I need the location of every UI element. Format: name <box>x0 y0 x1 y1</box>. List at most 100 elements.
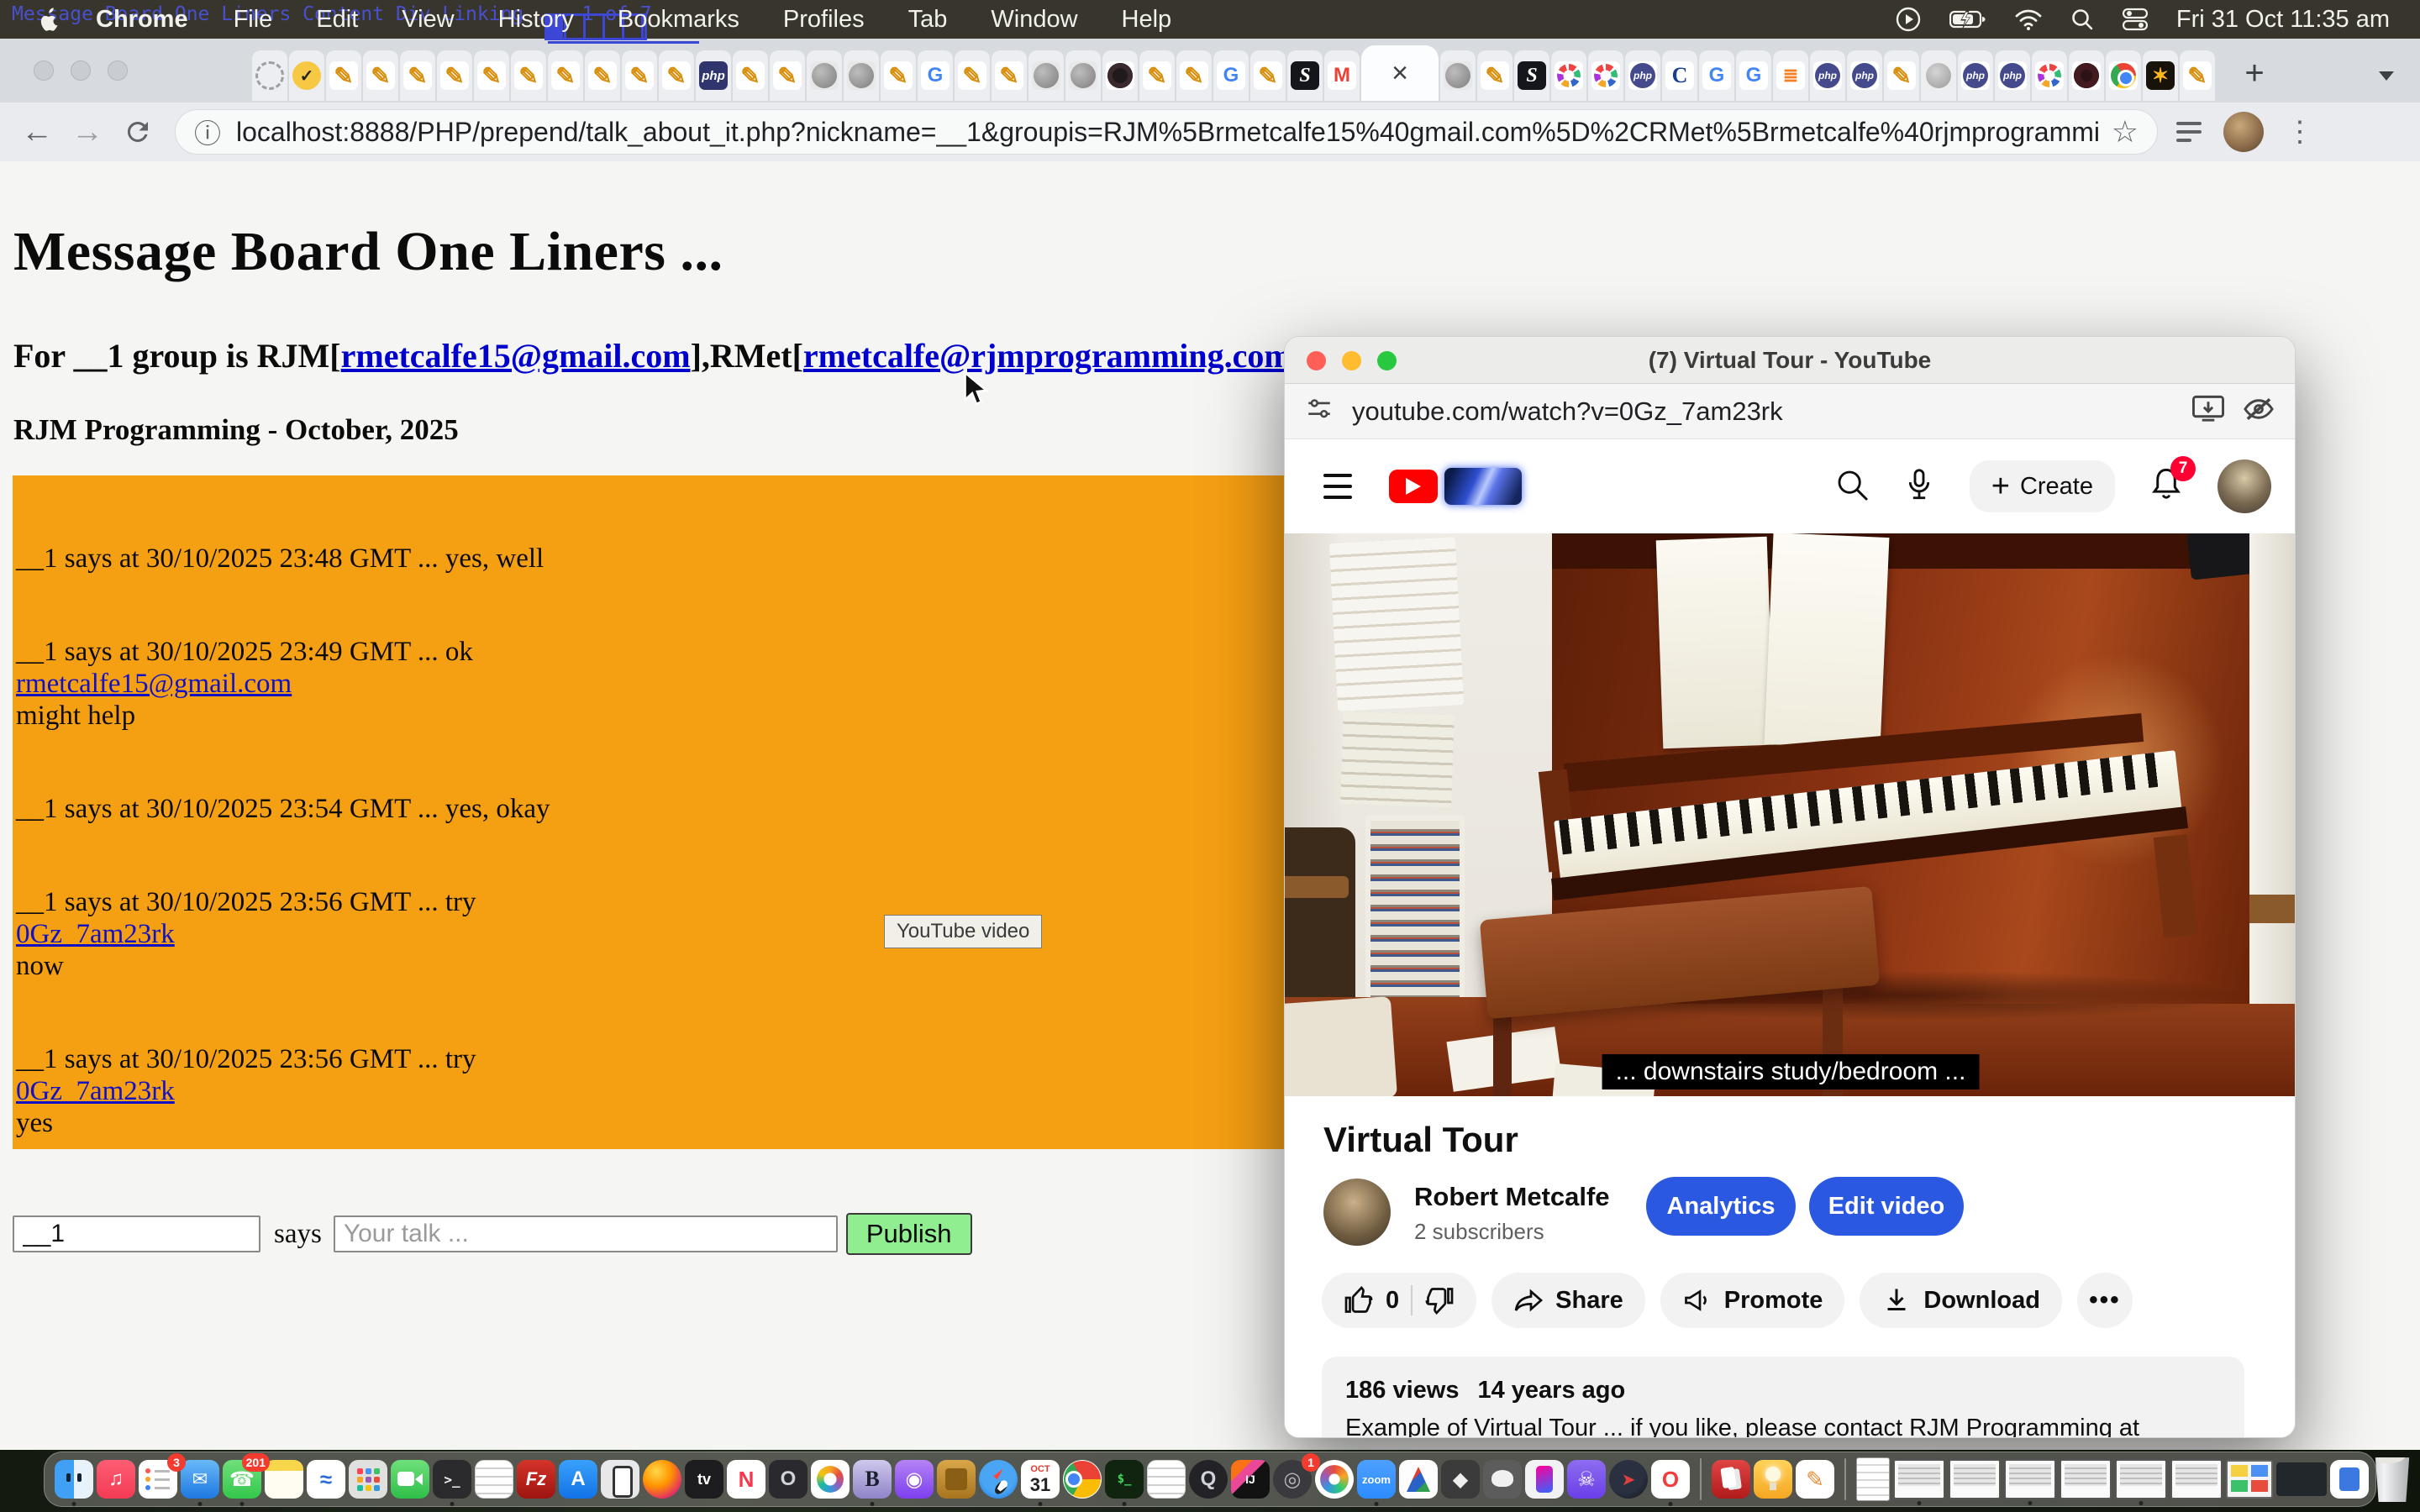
tab-writing[interactable]: ✎ <box>992 50 1027 101</box>
tab-check-circle[interactable]: ✓ <box>289 50 324 101</box>
tab-google[interactable]: G <box>1699 50 1734 101</box>
dock-item-launchpad[interactable] <box>349 1460 387 1499</box>
message-link[interactable]: 0Gz_7am23rk <box>16 919 175 949</box>
menu-item-help[interactable]: Help <box>1100 6 1194 34</box>
youtube-url-text[interactable]: youtube.com/watch?v=0Gz_7am23rk <box>1352 396 2174 427</box>
open-in-chrome-icon[interactable] <box>2192 395 2224 428</box>
tab-writing[interactable]: ✎ <box>585 50 620 101</box>
tab-search-chevron-icon[interactable] <box>2371 60 2402 91</box>
description-box[interactable]: 186 views 14 years ago Example of Virtua… <box>1322 1357 2244 1438</box>
menu-item-bookmarks[interactable]: Bookmarks <box>596 6 761 34</box>
dock-item-winthumb[interactable] <box>1893 1459 1945 1499</box>
notifications-bell-icon[interactable]: 7 <box>2149 466 2184 507</box>
dock-item-appstore[interactable]: A <box>559 1460 597 1499</box>
share-button[interactable]: Share <box>1491 1273 1645 1328</box>
tab-dots-ring[interactable] <box>1588 50 1623 101</box>
dock-item-minithumb[interactable] <box>2226 1460 2273 1499</box>
spotlight-search-icon[interactable] <box>2070 8 2094 31</box>
dock-item-archive[interactable] <box>937 1460 976 1499</box>
tab-globe[interactable] <box>1028 50 1064 101</box>
url-text[interactable]: localhost:8888/PHP/prepend/talk_about_it… <box>236 117 2098 148</box>
menu-item-file[interactable]: File <box>212 6 295 34</box>
close-window-button[interactable] <box>34 60 54 81</box>
dock-item-terminal[interactable]: >_ <box>433 1460 471 1499</box>
tab-dark-circle[interactable] <box>1102 50 1138 101</box>
tab-writing[interactable]: ✎ <box>326 50 361 101</box>
tab-writing[interactable]: ✎ <box>881 50 916 101</box>
tab-writing[interactable]: ✎ <box>659 50 694 101</box>
tab-writing[interactable]: ✎ <box>1884 50 1919 101</box>
dock-item-termgreen[interactable]: $_ <box>1105 1460 1144 1499</box>
tab-globe[interactable] <box>844 50 879 101</box>
dock-item-cards[interactable] <box>1712 1460 1750 1499</box>
active-tab[interactable]: × <box>1361 45 1439 101</box>
menu-item-history[interactable]: History <box>476 6 596 34</box>
tab-writing[interactable]: ✎ <box>474 50 509 101</box>
bookmark-star-icon[interactable]: ☆ <box>2112 114 2139 150</box>
dock-item-photos[interactable] <box>811 1460 850 1499</box>
publish-button[interactable]: Publish <box>846 1213 972 1255</box>
dock-item-operadark[interactable]: O <box>769 1460 808 1499</box>
dock-item-news[interactable]: N <box>727 1460 765 1499</box>
now-playing-icon[interactable] <box>1896 7 1921 32</box>
dock-item-music[interactable]: ♫ <box>97 1460 135 1499</box>
tab-writing[interactable]: ✎ <box>2180 50 2215 101</box>
edit-video-button[interactable]: Edit video <box>1809 1177 1964 1236</box>
create-button[interactable]: + Create <box>1970 460 2115 512</box>
tab-writing[interactable]: ✎ <box>733 50 768 101</box>
close-window-button[interactable] <box>1307 351 1326 370</box>
youtube-window-titlebar[interactable]: (7) Virtual Tour - YouTube <box>1285 337 2295 384</box>
site-settings-icon[interactable] <box>1305 395 1334 428</box>
tab-writing[interactable]: ✎ <box>1176 50 1212 101</box>
mic-icon[interactable] <box>1902 468 1936 506</box>
tab-php-circle[interactable]: php <box>1625 50 1660 101</box>
video-player[interactable]: ... downstairs study/bedroom ... <box>1285 533 2296 1096</box>
tab-php-circle[interactable]: php <box>1847 50 1882 101</box>
new-tab-button[interactable]: + <box>2232 50 2277 96</box>
tab-writing[interactable]: ✎ <box>770 50 805 101</box>
tab-writing[interactable]: ✎ <box>1477 50 1512 101</box>
email-link-2[interactable]: rmetcalfe@rjmprogramming.com.au <box>803 337 1336 375</box>
dock-item-inkscape[interactable]: ◆ <box>1441 1460 1480 1499</box>
dock-item-opera[interactable]: O <box>1651 1460 1690 1499</box>
menu-app-name[interactable]: Chrome <box>72 6 212 34</box>
channel-name[interactable]: Robert Metcalfe <box>1414 1182 1610 1212</box>
hamburger-menu-icon[interactable] <box>1323 474 1352 499</box>
tab-s-dark[interactable]: S <box>1287 50 1323 101</box>
dock-item-appletv[interactable]: tv <box>685 1460 723 1499</box>
menu-bar-clock[interactable]: Fri 31 Oct 11:35 am <box>2176 6 2390 34</box>
eye-off-icon[interactable] <box>2243 395 2275 428</box>
dock-item-zoom[interactable]: zoom <box>1357 1460 1396 1499</box>
dock-item-podcasts[interactable]: ◉ <box>895 1460 934 1499</box>
channel-avatar[interactable] <box>2217 459 2271 513</box>
dock-item-safari[interactable] <box>979 1460 1018 1499</box>
address-bar[interactable]: ⓘ localhost:8888/PHP/prepend/talk_about_… <box>175 109 2158 155</box>
dock-item-skull[interactable]: ☠ <box>1567 1460 1606 1499</box>
youtube-traffic-lights[interactable] <box>1307 351 1397 370</box>
tab-php[interactable]: php <box>696 50 731 101</box>
promote-button[interactable]: Promote <box>1660 1273 1845 1328</box>
dock-item-notes[interactable] <box>265 1460 303 1499</box>
dock-item-winthumb[interactable] <box>2115 1459 2167 1499</box>
dock-item-seamonkey[interactable]: ➤ <box>1609 1460 1648 1499</box>
tab-s-dark[interactable]: S <box>1514 50 1549 101</box>
message-link[interactable]: rmetcalfe15@gmail.com <box>16 669 292 699</box>
tab-globe[interactable] <box>807 50 842 101</box>
dock-item-quicktime[interactable]: Q <box>1189 1460 1228 1499</box>
tab-google[interactable]: G <box>1736 50 1771 101</box>
tab-groups-icon[interactable] <box>2176 122 2202 142</box>
menu-item-profiles[interactable]: Profiles <box>761 6 886 34</box>
control-center-icon[interactable] <box>2123 8 2148 31</box>
youtube-url-bar[interactable]: youtube.com/watch?v=0Gz_7am23rk <box>1285 384 2295 439</box>
analytics-button[interactable]: Analytics <box>1646 1177 1796 1236</box>
window-traffic-lights[interactable] <box>34 60 128 81</box>
dock-item-pages[interactable]: ✎ <box>1796 1460 1834 1499</box>
tab-writing[interactable]: ✎ <box>363 50 398 101</box>
battery-icon[interactable] <box>1949 9 1986 29</box>
tab-dashed-circle[interactable] <box>252 50 287 101</box>
close-tab-icon[interactable]: × <box>1392 57 1408 90</box>
reload-button[interactable] <box>113 107 163 157</box>
tab-gmail[interactable]: M <box>1324 50 1360 101</box>
email-link-1[interactable]: rmetcalfe15@gmail.com <box>341 337 691 375</box>
channel-owner-avatar[interactable] <box>1323 1179 1391 1246</box>
